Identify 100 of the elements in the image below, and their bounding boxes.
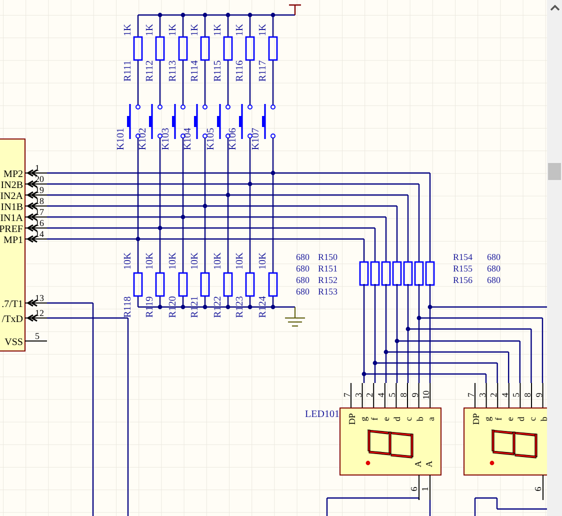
wire <box>204 60 206 105</box>
pin-label: /TxD <box>2 314 23 325</box>
scrollbar[interactable] <box>547 0 562 516</box>
segment-label: f <box>370 418 380 420</box>
pin-line <box>497 382 498 408</box>
resistor-value: 680 <box>487 252 500 262</box>
pin-line <box>384 382 386 408</box>
junction-dot <box>158 304 162 310</box>
pin-line <box>542 382 544 408</box>
pin-number: 10 <box>421 390 432 400</box>
pin-line <box>24 216 48 218</box>
pin-line <box>24 238 48 240</box>
resistor-designator: R155 <box>453 264 473 274</box>
ground-symbol <box>284 306 306 326</box>
pin-line <box>474 382 476 408</box>
pin-label: IN2A <box>0 191 23 202</box>
scroll-up-icon[interactable] <box>550 3 560 11</box>
segment-label: c <box>528 417 538 421</box>
push-button-symbol <box>239 104 252 139</box>
pin-line <box>520 382 521 408</box>
pin-line <box>350 382 352 408</box>
segment-label: DP <box>471 413 481 425</box>
pin-number: 2 <box>488 392 499 398</box>
pin-label: MP1 <box>4 235 23 246</box>
resistor-value: 10K <box>258 252 268 270</box>
seven-segment-drawing <box>366 430 414 466</box>
pin-line <box>24 194 48 196</box>
pin-number: 7 <box>466 392 476 398</box>
push-button-symbol <box>194 104 208 139</box>
resistor-designator: R152 <box>318 275 338 285</box>
push-button-symbol <box>217 104 230 139</box>
resistor-designator: R113 <box>168 60 178 82</box>
junction-dot <box>202 12 208 18</box>
switch-designator: K106 <box>228 128 238 150</box>
power-port-symbol <box>288 4 302 16</box>
wire <box>227 60 229 105</box>
junction-dot <box>180 12 186 18</box>
pin-number: 8 <box>398 392 408 398</box>
junction-dot <box>270 170 276 176</box>
resistor-value: 10K <box>144 252 156 270</box>
pin-line <box>508 382 510 408</box>
pin-number: 5 <box>387 392 398 398</box>
resistor-value: 680 <box>487 264 500 274</box>
segment-label: g <box>358 416 368 422</box>
resistor-value: 10K <box>212 252 224 270</box>
resistor-value: 10K <box>234 252 246 270</box>
resistor-value: 680 <box>296 252 310 262</box>
pin-line <box>373 382 374 408</box>
pin-number: 13 <box>35 293 44 303</box>
pin-line <box>396 382 397 408</box>
pin-number: 1 <box>420 486 430 492</box>
pin-line <box>542 474 544 500</box>
scrollbar-thumb[interactable] <box>548 163 561 180</box>
wire <box>182 60 184 105</box>
resistor-value: 1K <box>212 24 224 36</box>
resistor-symbol <box>178 36 188 61</box>
junction-dot <box>372 360 378 366</box>
resistor-value: 680 <box>487 275 500 285</box>
resistor-value: 1K <box>234 24 246 36</box>
resistor-symbol <box>223 36 233 61</box>
anode-label: A <box>413 460 423 468</box>
resistor-symbol <box>370 261 380 286</box>
resistor-designator: R154 <box>453 252 473 262</box>
pin-number: 19 <box>35 185 44 195</box>
pin-number: 17 <box>35 207 44 217</box>
junction-dot <box>158 12 162 18</box>
junction-dot <box>180 304 186 310</box>
resistor-designator: R122 <box>212 296 224 318</box>
resistor-designator: R116 <box>234 60 246 82</box>
push-button-symbol <box>262 104 276 139</box>
junction-dot <box>226 304 230 310</box>
seven-segment-drawing <box>490 430 538 466</box>
resistor-symbol <box>245 36 255 61</box>
resistor-value: 680 <box>296 275 310 285</box>
junction-dot <box>384 350 388 354</box>
resistor-symbol <box>414 261 424 286</box>
segment-label: DP <box>347 413 357 425</box>
pin-number: 3 <box>477 392 488 398</box>
pin-label: IN1A <box>0 213 23 224</box>
resistor-value: 1K <box>190 24 200 36</box>
resistor-value: 1K <box>168 24 178 36</box>
resistor-symbol <box>178 272 188 297</box>
pin-number: 14 <box>35 229 44 239</box>
pin-label: IN2B <box>0 180 23 191</box>
pin-number: 5 <box>35 331 40 341</box>
resistor-designator: R114 <box>190 60 200 82</box>
resistor-value: 1K <box>258 24 268 36</box>
resistor-designator: R151 <box>318 264 338 274</box>
pin-number: 9 <box>410 392 420 398</box>
junction-dot <box>158 226 162 230</box>
pin-number: 12 <box>35 308 44 318</box>
pin-arrow-icon <box>26 169 38 177</box>
resistor-value: 680 <box>296 286 310 296</box>
pin-number: 16 <box>35 218 44 228</box>
junction-dot <box>248 304 252 310</box>
pin-line <box>531 382 532 408</box>
junction-dot <box>202 204 208 208</box>
component-label: LED101 <box>305 409 340 420</box>
resistor-designator: R156 <box>453 275 473 285</box>
resistor-designator: R115 <box>212 60 224 82</box>
